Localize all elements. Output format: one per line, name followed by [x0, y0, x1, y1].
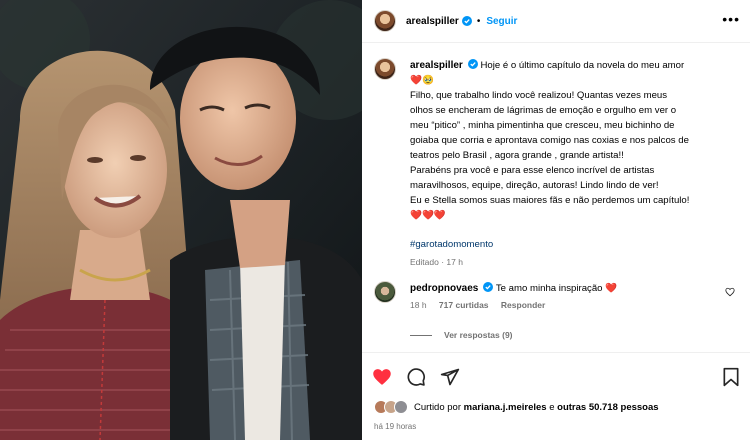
caption-line: Parabéns pra você e para esse elenco inc…: [410, 165, 655, 176]
comment-likes-count[interactable]: 717 curtidas: [439, 300, 489, 310]
verified-badge-icon: [461, 16, 472, 26]
post-header: arealspiller • Seguir •••: [362, 0, 750, 43]
likes-summary: Curtido por mariana.j.meireles e outras …: [374, 400, 659, 414]
caption-line: ❤️❤️❤️: [410, 210, 446, 221]
commenter-username[interactable]: pedropnovaes: [410, 283, 478, 294]
post-time-ago[interactable]: há 19 horas: [374, 422, 416, 431]
post-photo[interactable]: [0, 0, 362, 440]
comment-body: Te amo minha inspiração ❤️: [495, 283, 618, 294]
like-heart-icon[interactable]: [372, 367, 392, 387]
caption-line: Eu e Stella somos suas maiores fãs e não…: [410, 195, 690, 206]
caption-hashtag-link[interactable]: #garotadomomento: [410, 237, 739, 252]
caption-username[interactable]: arealspiller: [410, 60, 463, 71]
comment-item: pedropnovaes Te amo minha inspiração ❤️ …: [374, 281, 739, 310]
caption-line: ❤️🥹: [410, 75, 434, 86]
replies-divider-line: [410, 334, 432, 336]
likes-mid: e: [549, 401, 555, 413]
caption-line: teatros pelo Brasil , agora grande , gra…: [410, 150, 624, 161]
verified-badge-icon: [467, 59, 478, 69]
reply-button[interactable]: Responder: [501, 300, 545, 310]
share-send-icon[interactable]: [440, 367, 460, 387]
caption-meta: Editado · 17 h: [410, 257, 463, 267]
likes-prefix: Curtido por: [414, 401, 461, 413]
verified-badge-icon: [483, 282, 494, 292]
action-icons: [372, 367, 474, 387]
likes-user-link[interactable]: mariana.j.meireles: [464, 402, 547, 413]
comment-bubble-icon[interactable]: [406, 367, 426, 387]
post-panel: arealspiller • Seguir ••• arealspiller H…: [362, 0, 750, 440]
post-caption: arealspiller Hoje é o último capítulo da…: [374, 58, 739, 267]
save-bookmark-icon[interactable]: [722, 367, 740, 387]
author-username[interactable]: arealspiller: [406, 16, 459, 27]
caption-avatar[interactable]: [374, 58, 396, 80]
caption-line: goiaba que corria e aprontava comigo nas…: [410, 135, 689, 146]
author-avatar[interactable]: [374, 10, 396, 32]
liker-avatar: [394, 400, 408, 414]
likes-text: Curtido por mariana.j.meireles e outras …: [414, 402, 659, 413]
commenter-avatar[interactable]: [374, 281, 396, 303]
comment-like-heart-icon[interactable]: [725, 287, 735, 297]
caption-line: maravilhosos, equipe, direção, autoras! …: [410, 180, 659, 191]
caption-line: meu “pitico” , minha pimentinha que cres…: [410, 120, 675, 131]
caption-line: olhos se encheram de lágrimas de emoção …: [410, 105, 677, 116]
likes-others-link[interactable]: outras 50.718 pessoas: [557, 402, 658, 413]
comment-text: pedropnovaes Te amo minha inspiração ❤️: [410, 281, 739, 296]
comment-time: 18 h: [410, 300, 427, 310]
couple-selfie-photo: [0, 0, 362, 440]
view-replies-button[interactable]: Ver respostas (9): [410, 330, 513, 340]
view-replies-label: Ver respostas (9): [444, 330, 513, 340]
follow-button[interactable]: Seguir: [486, 16, 517, 27]
comment-meta: 18 h 717 curtidas Responder: [410, 300, 739, 310]
more-options-icon[interactable]: •••: [722, 12, 740, 26]
post-actions-bar: Curtido por mariana.j.meireles e outras …: [362, 352, 750, 440]
caption-first-line: Hoje é o último capítulo da novela do me…: [480, 60, 685, 71]
caption-text: arealspiller Hoje é o último capítulo da…: [410, 58, 739, 252]
separator-dot: •: [476, 15, 481, 27]
caption-line: Filho, que trabalho lindo você realizou!…: [410, 90, 668, 101]
